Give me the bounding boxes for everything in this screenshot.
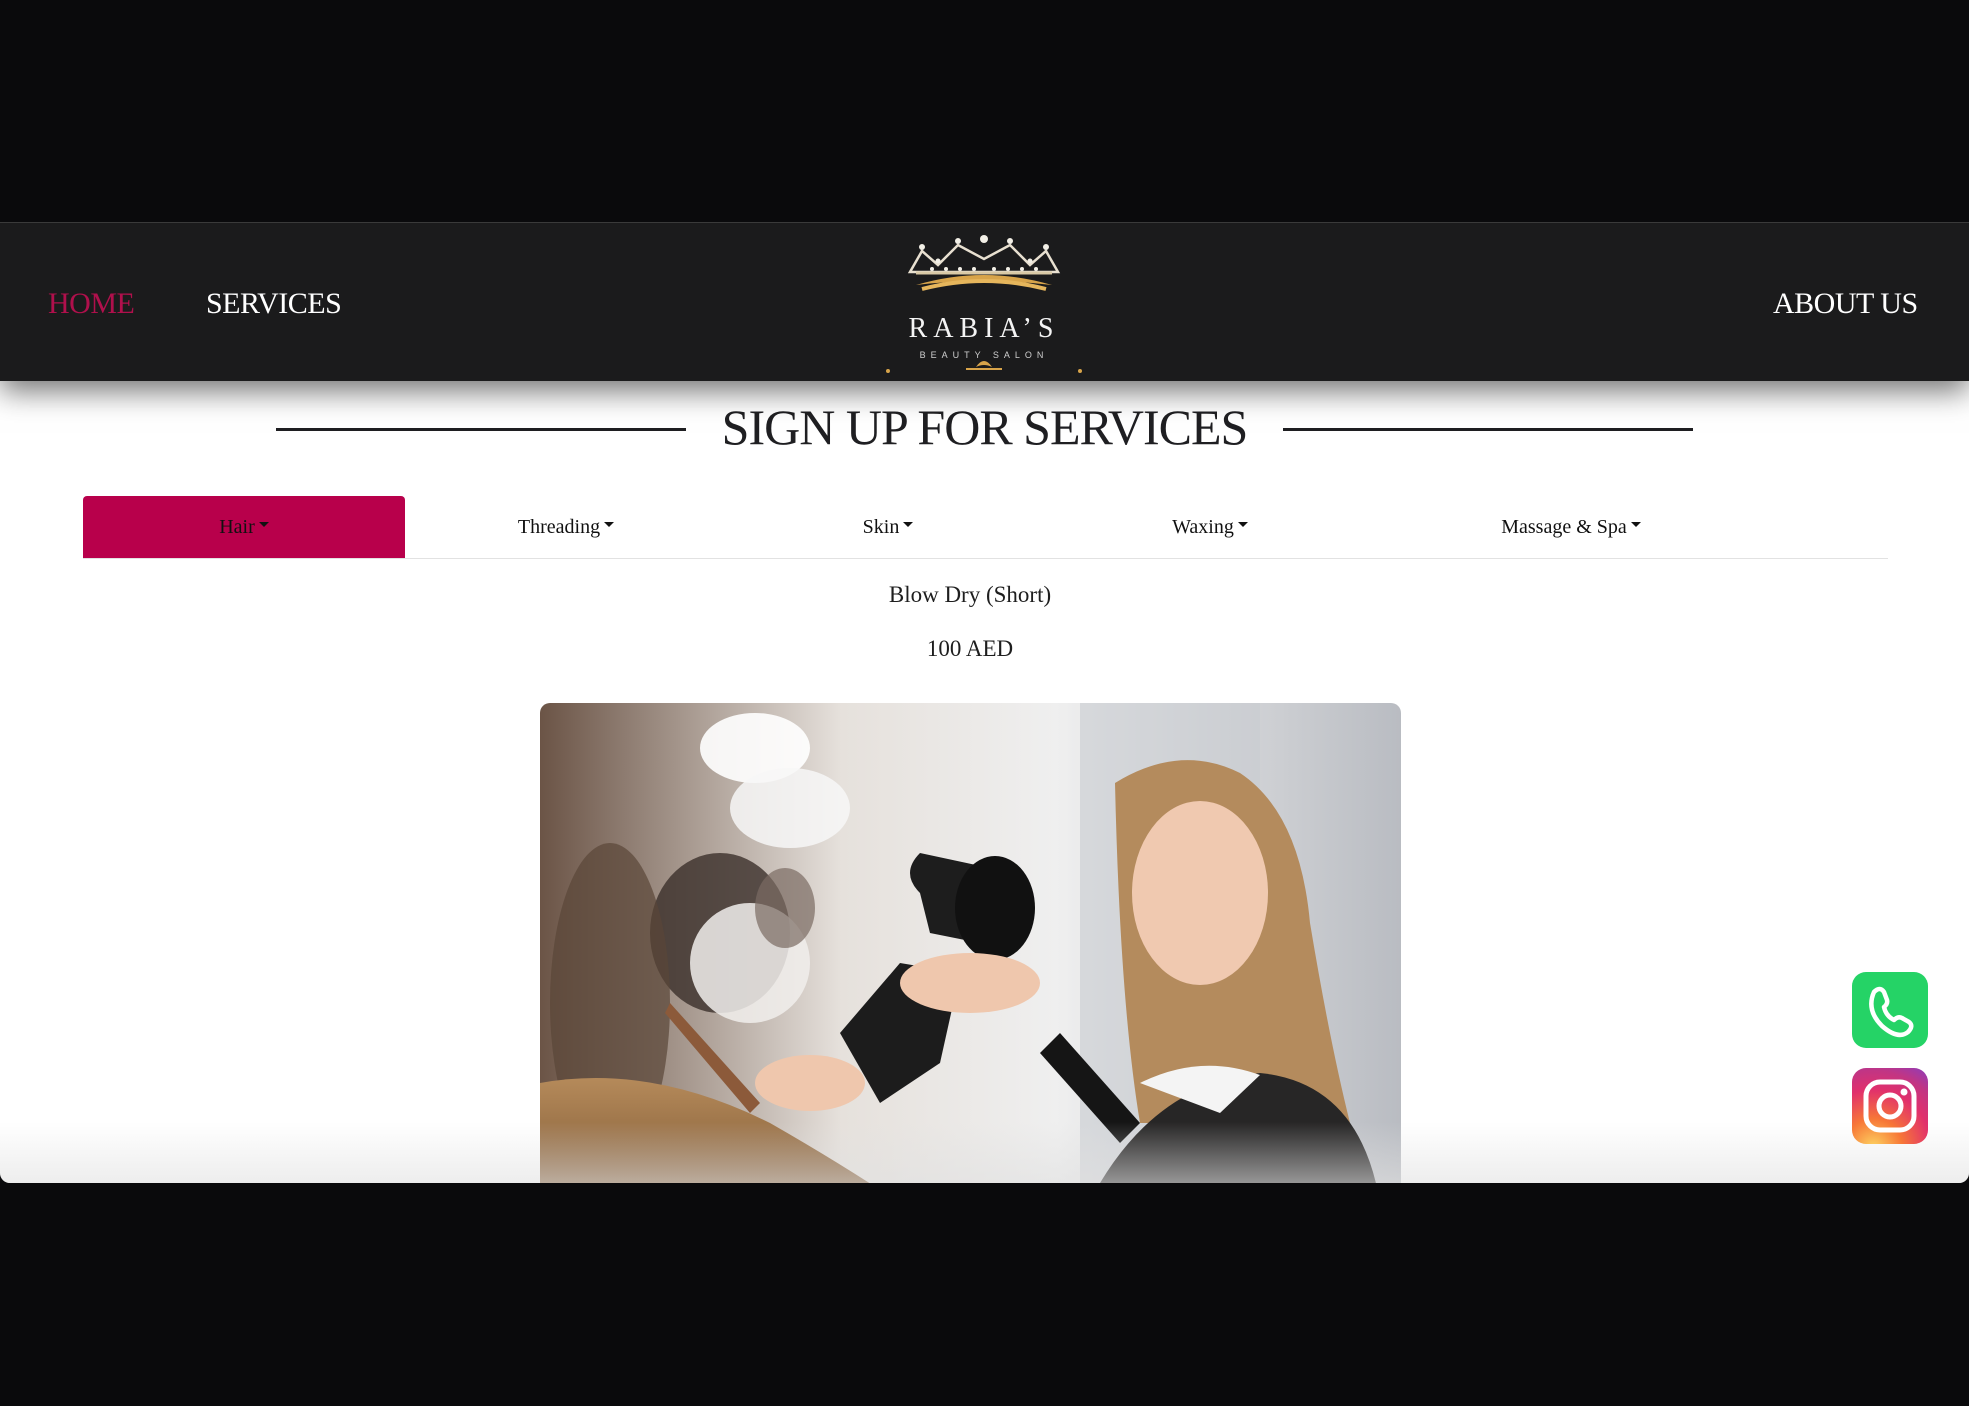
caret-down-icon xyxy=(604,521,615,527)
tab-label: Massage & Spa xyxy=(1501,515,1627,538)
tab-label: Skin xyxy=(862,515,900,538)
tab-skin[interactable]: Skin xyxy=(727,496,1049,558)
tab-massage-spa[interactable]: Massage & Spa xyxy=(1371,496,1771,558)
caret-down-icon xyxy=(1630,521,1641,527)
tab-label: Threading xyxy=(517,515,601,538)
page-surface: HOME SERVICES RABIA’S BEAUTY SALON ABOUT… xyxy=(0,222,1969,1183)
whatsapp-button[interactable] xyxy=(1852,972,1928,1048)
nav-services-link[interactable]: SERVICES xyxy=(206,287,342,321)
salon-logo[interactable]: RABIA’S BEAUTY SALON xyxy=(876,227,1092,377)
nav-home-link[interactable]: HOME xyxy=(48,287,135,321)
service-name: Blow Dry (Short) xyxy=(888,582,1052,607)
top-navbar: HOME SERVICES RABIA’S BEAUTY SALON ABOUT… xyxy=(0,222,1969,381)
service-price: 100 AED xyxy=(926,636,1014,661)
hairdresser-blow-dry-photo xyxy=(540,703,1401,1183)
caret-down-icon xyxy=(1237,521,1248,527)
title-divider-right xyxy=(1283,428,1693,431)
caret-down-icon xyxy=(258,521,269,527)
tab-label: Waxing xyxy=(1172,515,1234,538)
photo-illustration xyxy=(540,703,1401,1183)
tab-threading[interactable]: Threading xyxy=(405,496,727,558)
bottom-shadow xyxy=(0,1122,1969,1183)
service-category-tabs: Hair Threading Skin Waxing Massage & Spa xyxy=(83,496,1888,559)
logo-tagline: BEAUTY SALON xyxy=(919,350,1049,360)
tab-waxing[interactable]: Waxing xyxy=(1049,496,1371,558)
page-title: SIGN UP FOR SERVICES xyxy=(721,399,1249,455)
tab-hair[interactable]: Hair xyxy=(83,496,405,558)
nav-about-link[interactable]: ABOUT US xyxy=(1773,287,1918,321)
instagram-button[interactable] xyxy=(1852,1068,1928,1144)
logo-brand-name: RABIA’S xyxy=(908,313,1060,344)
whatsapp-icon xyxy=(1869,986,1914,1038)
caret-down-icon xyxy=(903,521,914,527)
instagram-icon xyxy=(1863,1079,1917,1133)
tab-label: Hair xyxy=(219,515,255,538)
